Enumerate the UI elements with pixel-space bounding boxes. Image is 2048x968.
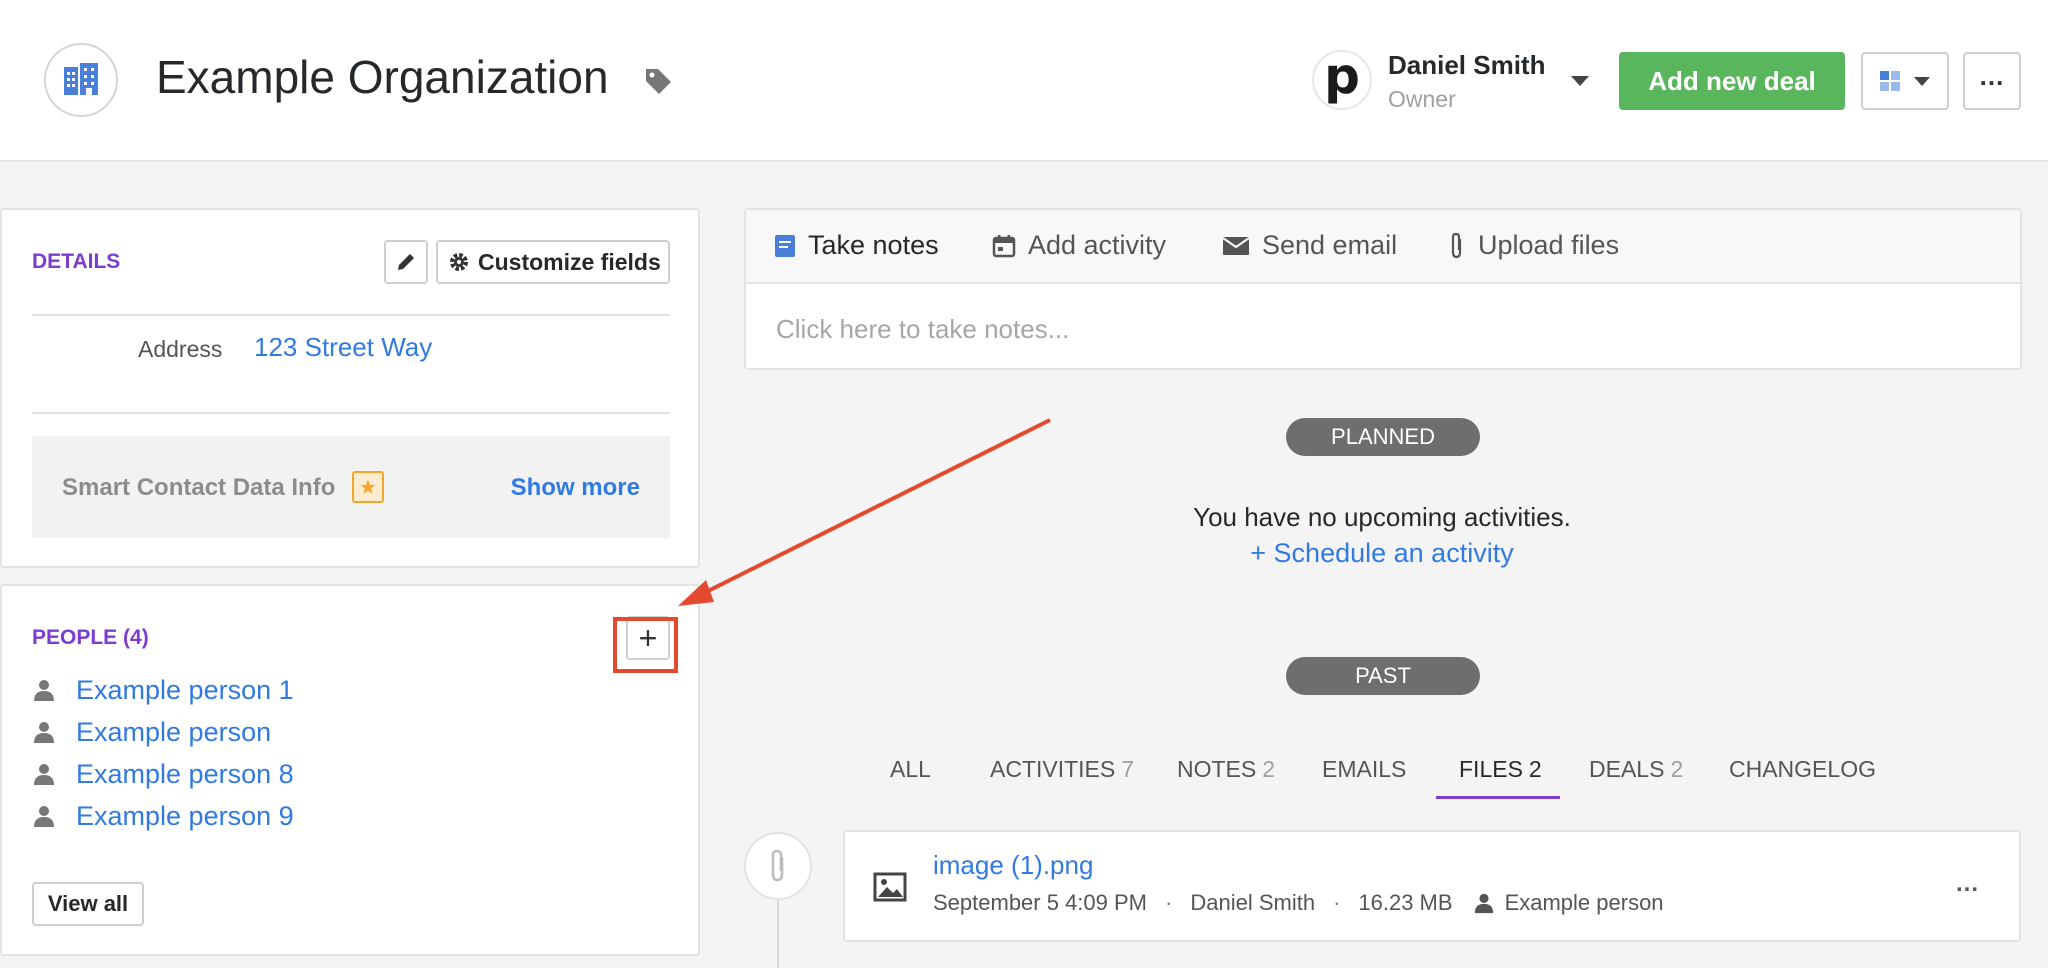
- more-icon[interactable]: ...: [1956, 870, 1979, 898]
- file-size: 16.23 MB: [1358, 890, 1453, 915]
- notes-input[interactable]: Click here to take notes...: [776, 314, 1069, 345]
- owner-avatar: p: [1312, 50, 1372, 110]
- tab-changelog[interactable]: CHANGELOG: [1729, 756, 1876, 783]
- tab-label: Take notes: [808, 230, 939, 260]
- view-switcher-button[interactable]: [1861, 52, 1949, 110]
- details-title: DETAILS: [32, 250, 121, 273]
- file-name-link[interactable]: image (1).png: [933, 850, 1093, 881]
- customize-fields-label: Customize fields: [478, 248, 661, 275]
- tab-label: ALL: [890, 756, 931, 782]
- gear-icon: [450, 253, 468, 271]
- person-name[interactable]: Example person: [76, 717, 271, 748]
- person-icon: [34, 806, 54, 827]
- person-name[interactable]: Example person 1: [76, 675, 294, 706]
- tab-label: Send email: [1262, 230, 1398, 260]
- pencil-icon: [398, 254, 414, 270]
- no-upcoming-text: You have no upcoming activities.: [1193, 502, 1571, 532]
- tab-emails[interactable]: EMAILS: [1322, 756, 1406, 783]
- tab-deals[interactable]: DEALS 2: [1589, 756, 1683, 783]
- file-date: September 5 4:09 PM: [933, 890, 1148, 915]
- tab-add-activity[interactable]: Add activity: [992, 230, 1166, 261]
- building-icon: [44, 43, 118, 117]
- list-item[interactable]: Example person 8: [32, 756, 294, 792]
- tab-take-notes[interactable]: Take notes: [774, 230, 939, 261]
- file-person[interactable]: Example person: [1505, 890, 1664, 916]
- tab-label: Upload files: [1478, 230, 1620, 260]
- tab-count: 2: [1670, 756, 1684, 782]
- person-icon: [34, 680, 54, 701]
- view-all-button[interactable]: View all: [32, 882, 144, 926]
- address-value[interactable]: 123 Street Way: [254, 332, 432, 363]
- address-label: Address: [138, 336, 223, 362]
- schedule-activity-link[interactable]: + Schedule an activity: [1080, 538, 1684, 569]
- people-title: PEOPLE (4): [32, 626, 149, 649]
- tab-send-email[interactable]: Send email: [1222, 230, 1397, 261]
- calendar-icon: [992, 234, 1016, 257]
- owner-role: Owner: [1388, 86, 1456, 112]
- tab-count: 2: [1262, 756, 1276, 782]
- smart-contact-data-box: Smart Contact Data Info ★ Show more: [32, 436, 670, 538]
- edit-details-button[interactable]: [384, 240, 428, 284]
- list-item[interactable]: Example person: [32, 714, 271, 750]
- tab-label: EMAILS: [1322, 756, 1407, 782]
- chevron-down-icon: [1914, 76, 1930, 86]
- person-icon: [34, 722, 54, 743]
- page-header: Example Organization p Daniel Smith Owne…: [0, 0, 2048, 162]
- tab-count: 7: [1121, 756, 1135, 782]
- tag-icon[interactable]: [643, 66, 673, 96]
- separator: ·: [1165, 890, 1173, 915]
- tab-notes[interactable]: NOTES 2: [1177, 756, 1275, 783]
- smart-contact-label: Smart Contact Data Info: [62, 474, 336, 501]
- tab-label: NOTES: [1177, 756, 1257, 782]
- list-item[interactable]: Example person 1: [32, 672, 294, 708]
- file-author: Daniel Smith: [1190, 890, 1316, 915]
- image-icon: [873, 872, 907, 902]
- tab-label: FILES: [1459, 756, 1523, 782]
- paperclip-icon: [1451, 232, 1462, 258]
- tab-count: 2: [1528, 756, 1542, 782]
- active-tab-indicator: [1436, 796, 1560, 799]
- note-icon: [775, 234, 795, 257]
- add-new-deal-button[interactable]: Add new deal: [1619, 52, 1845, 110]
- paperclip-icon: [744, 832, 812, 900]
- divider: [32, 314, 670, 316]
- tab-label: CHANGELOG: [1729, 756, 1876, 782]
- list-item[interactable]: Example person 9: [32, 798, 294, 834]
- more-actions-button[interactable]: ...: [1963, 52, 2021, 110]
- show-more-link[interactable]: Show more: [511, 474, 640, 502]
- customize-fields-button[interactable]: Customize fields: [436, 240, 670, 284]
- star-icon: ★: [352, 471, 384, 503]
- notes-panel: Take notes Add activity Send email Uploa…: [744, 208, 2022, 370]
- planned-badge: PLANNED: [1286, 418, 1480, 456]
- tab-all[interactable]: ALL: [890, 756, 931, 783]
- view-grid-icon: [1880, 71, 1900, 91]
- tab-files[interactable]: FILES 2: [1459, 756, 1542, 783]
- tab-label: Add activity: [1028, 230, 1167, 260]
- annotation-highlight-box: [613, 617, 678, 673]
- separator: ·: [1333, 890, 1341, 915]
- file-meta: September 5 4:09 PM · Daniel Smith · 16.…: [933, 890, 1664, 916]
- person-icon: [34, 764, 54, 785]
- page-title: Example Organization: [156, 51, 609, 103]
- tab-activities[interactable]: ACTIVITIES 7: [990, 756, 1134, 783]
- past-badge: PAST: [1286, 657, 1480, 695]
- divider: [32, 412, 670, 414]
- chevron-down-icon[interactable]: [1571, 76, 1589, 86]
- notes-tab-bar: Take notes Add activity Send email Uploa…: [746, 210, 2020, 284]
- people-panel: PEOPLE (4) + Example person 1 Example pe…: [0, 584, 700, 956]
- details-panel: DETAILS Customize fields Address 123 Str…: [0, 208, 700, 568]
- envelope-icon: [1222, 236, 1250, 255]
- file-item: image (1).png September 5 4:09 PM · Dani…: [843, 830, 2021, 942]
- timeline-line: [777, 900, 779, 968]
- owner-name[interactable]: Daniel Smith: [1388, 50, 1545, 81]
- tab-label: ACTIVITIES: [990, 756, 1116, 782]
- person-name[interactable]: Example person 9: [76, 801, 294, 832]
- person-name[interactable]: Example person 8: [76, 759, 294, 790]
- tab-label: DEALS: [1589, 756, 1665, 782]
- tab-upload-files[interactable]: Upload files: [1448, 230, 1619, 261]
- person-icon: [1473, 892, 1495, 914]
